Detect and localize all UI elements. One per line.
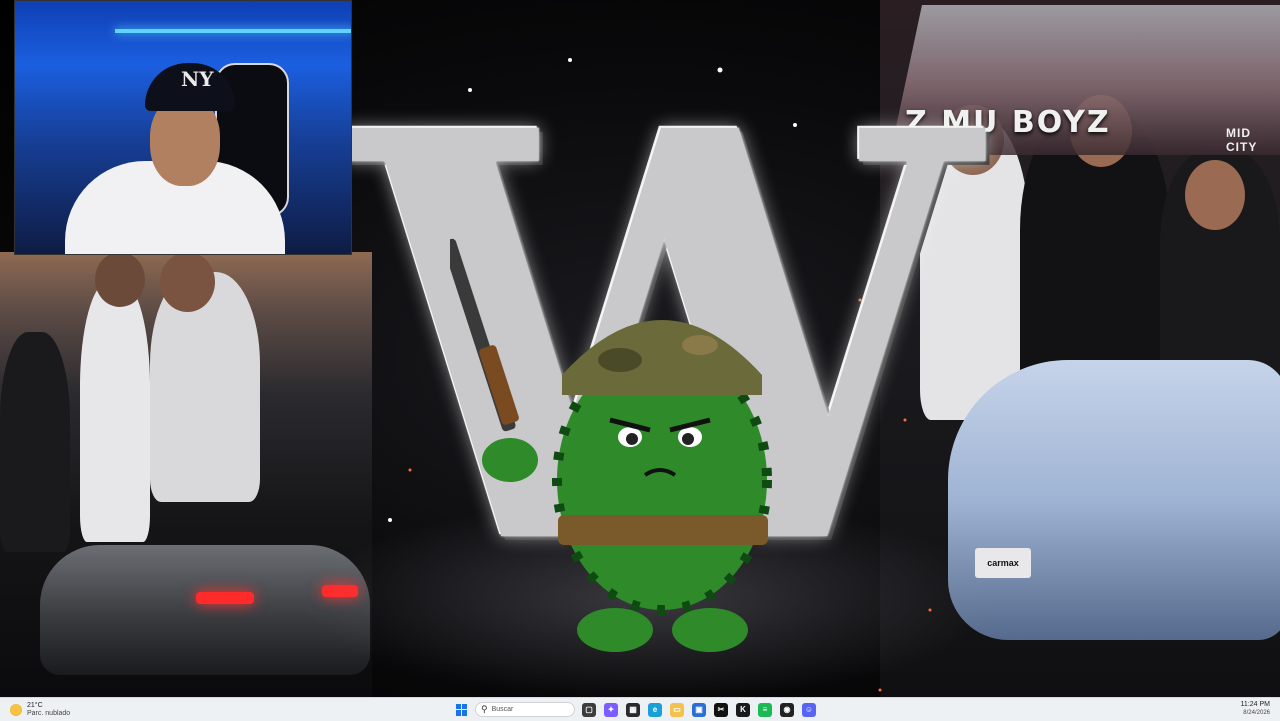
task-view-icon[interactable]: ▢ [582,702,596,717]
taskbar-search-box[interactable]: ⚲ Buscar [475,702,575,717]
clock-time: 11:24 PM [1240,701,1270,708]
rifle-stock [479,345,519,425]
copilot-icon[interactable]: ✦ [604,702,618,717]
watermelon-soldier-mascot [450,238,772,652]
led-strip [115,29,351,33]
partly-cloudy-icon [10,703,22,716]
widgets-icon[interactable]: ▦ [626,702,640,717]
army-helmet [562,320,762,395]
pinned-apps: ▢ ✦ ▦ e ▭ ▣ ✂ K ≡ ◉ ☺ [582,702,816,717]
taskbar-center: ⚲ Buscar ▢ ✦ ▦ e ▭ ▣ ✂ K ≡ ◉ ☺ [456,699,816,720]
obs-icon[interactable]: ◉ [780,702,794,717]
ammo-belt [558,515,768,545]
clock-date: 8/24/2026 [1243,710,1270,716]
weather-condition: Parc. nublado [27,709,71,717]
file-explorer-icon[interactable]: ▭ [670,702,684,717]
discord-icon[interactable]: ☺ [802,702,816,717]
webcam-overlay: NY [14,0,352,255]
kick-icon[interactable]: K [736,702,750,717]
mascot-foot [672,608,748,652]
search-placeholder: Buscar [491,706,514,713]
mascot-foot [577,608,653,652]
system-clock[interactable]: 11:24 PM 8/24/2026 [1241,700,1270,718]
windows-start-icon[interactable] [456,703,468,716]
spotify-icon[interactable]: ≡ [758,702,772,717]
edge-icon[interactable]: e [648,702,662,717]
store-icon[interactable]: ▣ [692,702,706,717]
mascot-hand [482,438,538,482]
weather-temperature: 21°C [27,701,43,709]
capcut-icon[interactable]: ✂ [714,702,728,717]
cap-logo: NY [181,67,214,91]
weather-widget[interactable]: 21°C Parc. nublado [10,700,70,719]
taskbar: 21°C Parc. nublado ⚲ Buscar ▢ ✦ ▦ e ▭ ▣ ✂ K ≡ ◉ ☺ … [0,697,1280,721]
desktop-wallpaper: Z MU BOYZ MID CITY carmax W [0,0,1280,697]
search-icon: ⚲ [481,704,488,714]
